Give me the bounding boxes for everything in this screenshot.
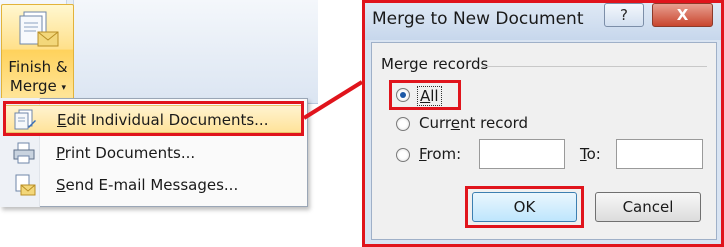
- menu-item-label: Send E-mail Messages...: [56, 176, 238, 194]
- label-rest: rom:: [426, 145, 462, 163]
- finish-merge-line2: Merge: [9, 77, 57, 95]
- finish-merge-icon: [19, 11, 59, 47]
- help-button[interactable]: ?: [604, 3, 644, 27]
- from-input[interactable]: [479, 139, 565, 169]
- to-label: To:: [580, 145, 601, 163]
- highlight-box-edit-documents: [3, 101, 304, 136]
- accel-key: T: [580, 145, 587, 163]
- close-button[interactable]: X: [652, 3, 713, 27]
- radio-current-record[interactable]: [396, 117, 410, 131]
- menu-item-send-email-messages[interactable]: Send E-mail Messages...: [3, 171, 302, 199]
- printer-icon: [13, 142, 35, 164]
- finish-merge-label: Finish & Merge ▾: [3, 58, 73, 98]
- radio-current-record-label[interactable]: Current record: [419, 114, 528, 132]
- highlight-box-all: [389, 80, 461, 110]
- highlight-box-ok: [465, 186, 584, 228]
- email-icon: [15, 174, 36, 196]
- menu-item-print-documents[interactable]: Print Documents...: [3, 139, 302, 167]
- accel-key: P: [56, 144, 65, 162]
- merge-records-group-label: Merge records: [381, 55, 489, 73]
- label-rest: rint Documents...: [64, 144, 196, 162]
- radio-from[interactable]: [396, 148, 410, 162]
- chevron-down-icon: ▾: [61, 83, 67, 93]
- finish-merge-line2-wrap: Merge ▾: [3, 77, 73, 98]
- label-rest: end E-mail Messages...: [65, 176, 239, 194]
- label-rest: nt record: [459, 114, 529, 132]
- accel-key: e: [450, 114, 460, 132]
- to-input[interactable]: [616, 139, 703, 169]
- cancel-button[interactable]: Cancel: [595, 192, 701, 222]
- finish-merge-line1: Finish &: [8, 58, 68, 76]
- menu-item-label: Print Documents...: [56, 144, 195, 162]
- radio-from-label[interactable]: From:: [419, 145, 461, 163]
- dialog-title: Merge to New Document: [372, 9, 584, 29]
- group-divider: [482, 66, 707, 67]
- label-rest: o:: [586, 145, 601, 163]
- accel-key: S: [56, 176, 66, 194]
- label-before: Curr: [419, 114, 451, 132]
- accel-key: F: [419, 145, 427, 163]
